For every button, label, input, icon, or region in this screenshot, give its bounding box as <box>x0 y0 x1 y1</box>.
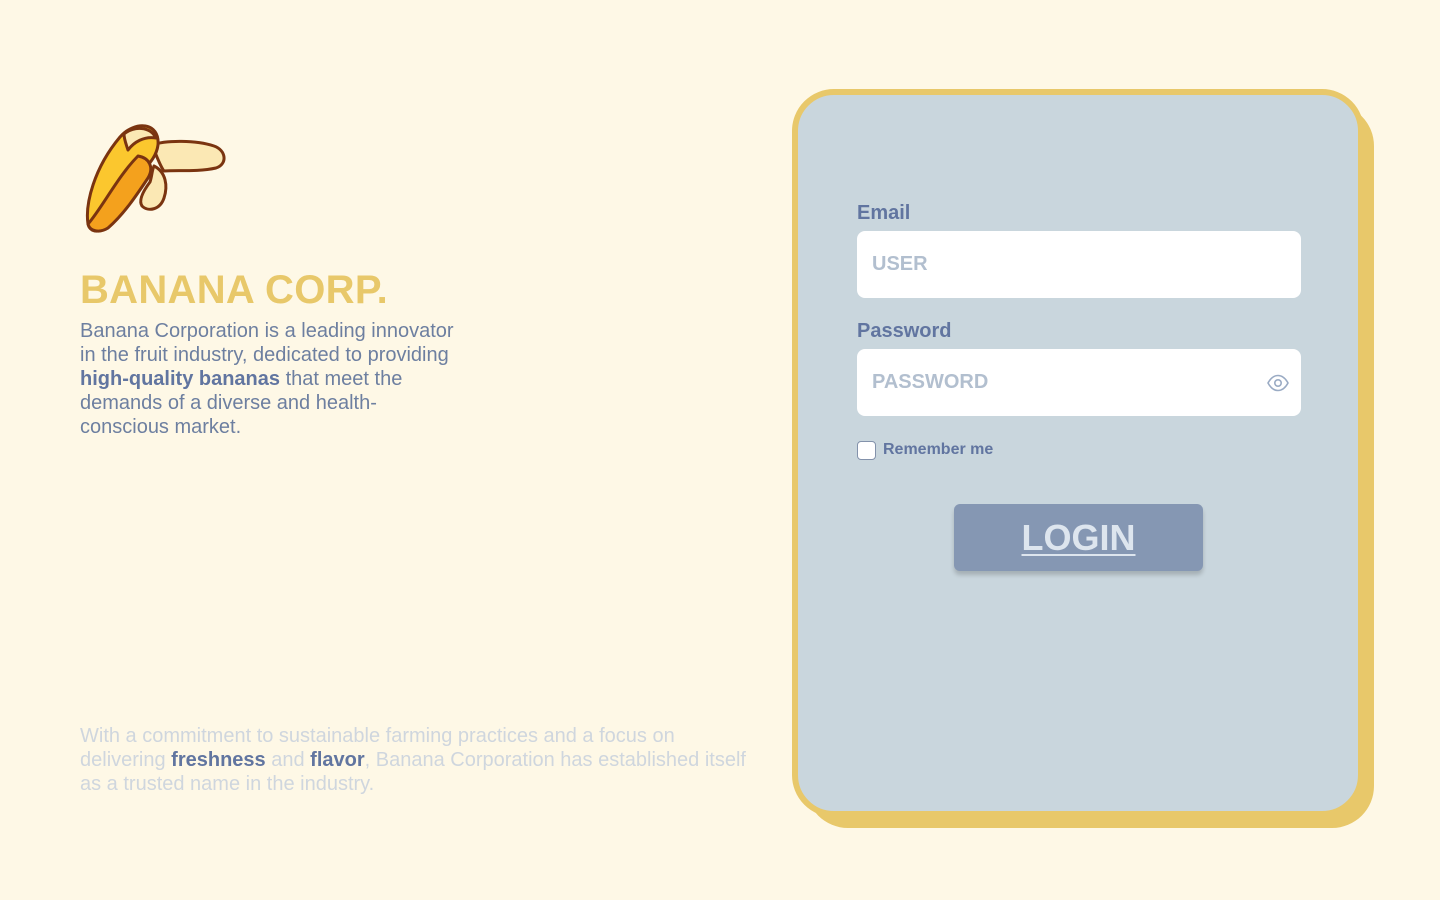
brand-description-highlight: high-quality bananas <box>80 368 281 390</box>
email-field[interactable] <box>857 231 1301 298</box>
remember-me-checkbox[interactable] <box>857 440 876 460</box>
password-label: Password <box>857 320 952 342</box>
remember-me-label[interactable]: Remember me <box>883 441 993 459</box>
eye-icon[interactable] <box>1266 371 1290 395</box>
brand-title: BANANA CORP. <box>80 268 389 312</box>
footer-statement: With a commitment to sustainable farming… <box>80 724 760 796</box>
brand-description-text: Banana Corporation is a leading innovato… <box>80 320 454 366</box>
banana-icon <box>85 124 226 233</box>
email-label: Email <box>857 202 911 224</box>
password-field[interactable] <box>857 349 1301 416</box>
footer-highlight-flavor: flavor <box>310 749 365 771</box>
footer-text-and: and <box>265 749 311 771</box>
login-button-label: LOGIN <box>1021 516 1136 558</box>
remember-me[interactable]: Remember me <box>857 439 993 461</box>
footer-highlight-freshness: freshness <box>171 749 266 771</box>
login-button[interactable]: LOGIN <box>954 504 1203 571</box>
brand-description: Banana Corporation is a leading innovato… <box>80 319 460 439</box>
